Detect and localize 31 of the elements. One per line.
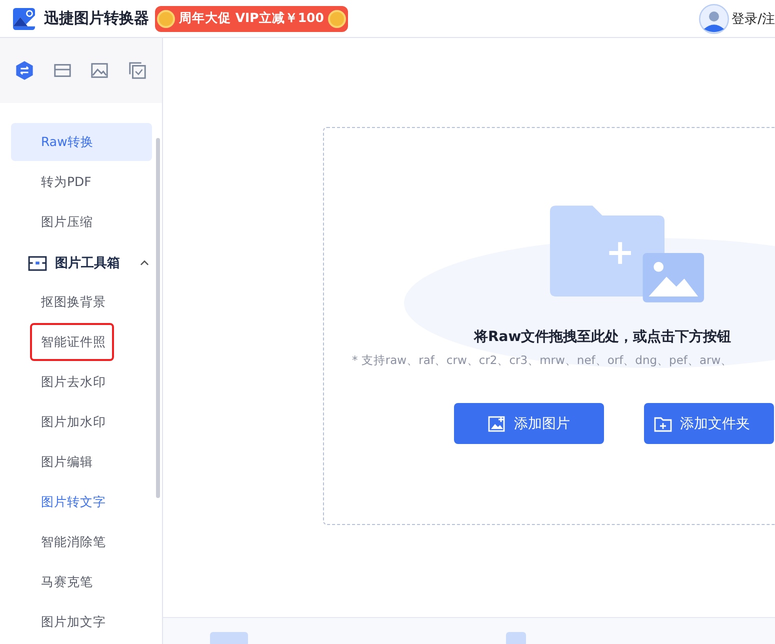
login-link[interactable]: 登录/注 [732,10,775,28]
add-folder-button[interactable]: 添加文件夹 [644,403,774,444]
avatar-icon[interactable] [698,4,729,34]
format-hint: * 支持raw、raf、crw、cr2、cr3、mrw、nef、orf、dng、pef、arw、 [352,353,733,368]
drop-zone-title: 将Raw文件拖拽至此处，或点击下方按钮 [474,328,732,346]
add-image-icon [488,414,506,432]
coin-icon [157,10,175,28]
sidebar-item[interactable]: 图片编辑 [11,443,101,481]
drop-zone[interactable]: 将Raw文件拖拽至此处，或点击下方按钮 * 支持raw、raf、crw、cr2、cr3、mrw、nef、orf、dng、pef、arw、 添加图片 添加文件夹 [323,127,775,525]
sidebar-item[interactable]: 马赛克笔 [11,563,101,601]
app-logo-icon [13,8,35,30]
sidebar-item[interactable]: 图片加水印 [11,403,114,441]
sidebar-item[interactable]: 智能消除笔 [11,523,114,561]
group-title[interactable]: 图片工具箱 [55,254,120,272]
sidebar-item[interactable]: 图片压缩 [11,203,101,241]
toolbox-icon [28,256,47,270]
sidebar-item[interactable]: 抠图换背景 [11,283,114,321]
promo-banner[interactable]: 周年大促 VIP立减￥100 [155,6,348,32]
add-folder-icon [654,414,672,432]
sidebar-item[interactable]: 转为PDF [11,163,100,201]
app-title: 迅捷图片转换器 [44,9,149,28]
coin-icon [328,10,346,28]
sidebar-item[interactable]: 智能证件照 [30,323,114,361]
sidebar-item[interactable]: Raw转换 [11,123,152,161]
caret-icon[interactable] [140,260,149,266]
sidebar-tab[interactable] [126,59,148,81]
sidebar-item[interactable]: 图片去水印 [11,363,114,401]
sidebar-item[interactable]: 图片转文字 [11,483,114,521]
sidebar-tab[interactable] [14,59,36,81]
add-image-button[interactable]: 添加图片 [454,403,604,444]
sidebar-item[interactable]: 图片加文字 [11,603,114,641]
